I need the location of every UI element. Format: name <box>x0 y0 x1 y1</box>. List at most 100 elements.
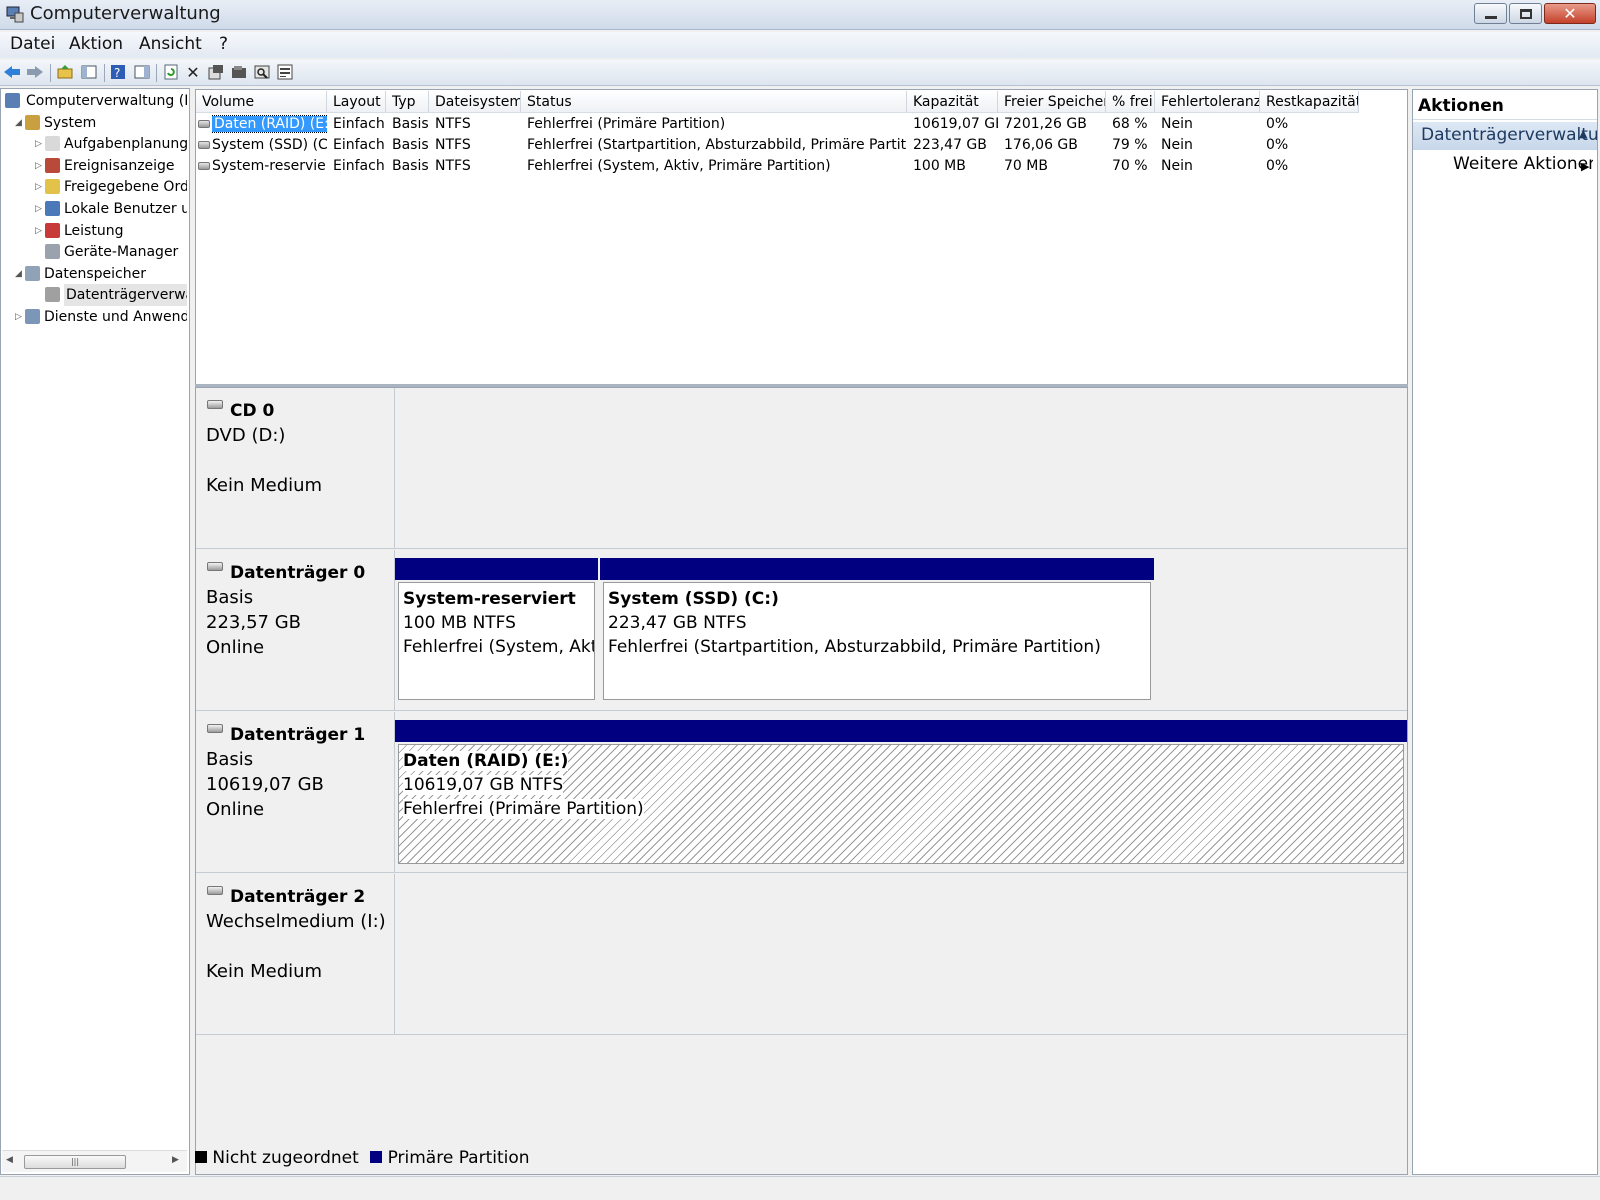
help-icon[interactable]: ? <box>109 63 127 81</box>
properties-icon[interactable] <box>207 63 225 81</box>
column-header[interactable]: Restkapazität <box>1260 91 1359 113</box>
more-actions-label: Weitere Aktionen <box>1453 154 1593 174</box>
close-button[interactable]: ✕ <box>1544 3 1596 24</box>
menu-datei[interactable]: Datei <box>10 34 55 54</box>
menu-help[interactable]: ? <box>219 34 228 54</box>
legend-label: Nicht zugeordnet <box>212 1148 359 1168</box>
tree-item[interactable]: ▷ Dienste und Anwendungen <box>15 306 187 328</box>
tree-item[interactable]: ▷ Freigegebene Ordner <box>35 176 187 198</box>
column-header[interactable]: % frei <box>1106 91 1155 113</box>
up-folder-icon[interactable] <box>56 63 74 81</box>
partition-block[interactable]: System (SSD) (C:) 223,47 GB NTFS Fehlerfre… <box>603 582 1151 700</box>
partition-status: Fehlerfrei (Startpartition, Absturzabbil… <box>608 637 1146 657</box>
system-tools-icon <box>25 114 40 130</box>
disk-label[interactable]: Datenträger 2 Wechselmedium (I:) Kein Medi… <box>196 874 395 1035</box>
expanded-arrow-icon[interactable]: ◢ <box>15 263 22 285</box>
collapse-up-icon[interactable]: ▲ <box>1579 127 1587 140</box>
tree-item-label: Computerverwaltung (Lokal) <box>26 93 187 109</box>
show-hide-action-pane-icon[interactable] <box>133 63 151 81</box>
disk-info: 10619,07 GB <box>206 774 324 795</box>
table-cell: System-reserviert <box>212 156 327 177</box>
navigation-tree: Computerverwaltung (Lokal) ◢System▷Aufgab… <box>0 88 190 1175</box>
close-icon: ✕ <box>1563 4 1577 23</box>
cell-value: Nein <box>1161 116 1193 132</box>
open-icon[interactable] <box>230 63 248 81</box>
tree-item[interactable]: Datenträgerverwaltung <box>35 284 187 307</box>
collapsed-arrow-icon[interactable]: ▷ <box>35 155 42 177</box>
disk-info: Online <box>206 799 265 820</box>
partition-status: Fehlerfrei (System, Aktiv, Primäre Parti… <box>403 637 594 657</box>
scrollbar-thumb[interactable]: ||| <box>24 1155 126 1169</box>
scroll-right-icon[interactable]: ▶ <box>172 1155 179 1165</box>
partition-block[interactable]: System-reserviert 100 MB NTFS Fehlerfrei (… <box>398 582 595 700</box>
column-header[interactable]: Status <box>521 91 907 113</box>
tree-item-label: Datenträgerverwaltung <box>64 284 187 307</box>
collapsed-arrow-icon[interactable]: ▷ <box>35 198 42 220</box>
table-cell: NTFS <box>435 156 521 177</box>
tree-item[interactable]: ▷ Leistung <box>35 220 187 242</box>
collapsed-arrow-icon[interactable]: ▷ <box>35 220 42 242</box>
disk-info: Basis <box>206 749 254 770</box>
table-cell: NTFS <box>435 135 521 156</box>
table-cell: Einfach <box>333 156 386 177</box>
disk-name: Datenträger 1 <box>230 725 366 745</box>
forward-icon[interactable] <box>26 63 44 81</box>
disk-label[interactable]: CD 0 DVD (D:) Kein Medium <box>196 388 395 549</box>
column-header[interactable]: Fehlertoleranz <box>1155 91 1260 113</box>
show-hide-tree-icon[interactable] <box>80 63 98 81</box>
column-header[interactable]: Layout <box>327 91 386 113</box>
menu-ansicht[interactable]: Ansicht <box>139 34 202 54</box>
column-header[interactable]: Freier Speicher <box>998 91 1106 113</box>
collapsed-arrow-icon[interactable]: ▷ <box>15 306 22 328</box>
tree-item[interactable]: ◢ Datenspeicher <box>15 263 187 285</box>
tree-item[interactable]: ◢ System <box>15 112 187 134</box>
table-cell: 10619,07 GB <box>913 114 998 135</box>
tree-item[interactable]: Computerverwaltung (Lokal) <box>5 90 187 112</box>
table-row[interactable]: Daten (RAID) (E:) Einfach Basis NTFS Fehlerf… <box>196 114 1407 135</box>
submenu-arrow-icon: ▶ <box>1581 160 1590 173</box>
search-icon[interactable] <box>253 63 271 81</box>
refresh-icon[interactable] <box>162 63 180 81</box>
tree-item[interactable]: Geräte-Manager <box>35 241 187 263</box>
disk-label[interactable]: Datenträger 0 Basis 223,57 GB Online <box>196 550 395 711</box>
collapsed-arrow-icon[interactable]: ▷ <box>35 176 42 198</box>
actions-section-label: Datenträgerverwaltung <box>1421 125 1597 145</box>
partition-name-text: System (SSD) (C:) <box>608 589 779 609</box>
cell-value: 223,47 GB <box>913 137 987 153</box>
table-cell: NTFS <box>435 114 521 135</box>
tree-item[interactable]: ▷ Lokale Benutzer und Gruppen <box>35 198 187 220</box>
tree-item-label: Freigegebene Ordner <box>64 179 187 196</box>
minimize-button[interactable] <box>1474 3 1507 24</box>
column-header[interactable]: Kapazität <box>907 91 998 113</box>
restore-button[interactable] <box>1509 3 1542 24</box>
disk-info: 223,57 GB <box>206 612 302 633</box>
cell-value: Basis <box>392 116 429 132</box>
column-header[interactable]: Volume <box>196 91 327 113</box>
local-users-icon <box>45 201 60 216</box>
tree-item[interactable]: ▷ Ereignisanzeige <box>35 155 187 177</box>
partition-name-text: System-reserviert <box>403 589 576 609</box>
tree-item[interactable]: ▷ Aufgabenplanung <box>35 133 187 155</box>
delete-icon[interactable]: ✕ <box>184 63 202 82</box>
column-header[interactable]: Dateisystem <box>429 91 521 113</box>
event-viewer-icon <box>45 157 60 173</box>
collapsed-arrow-icon[interactable]: ▷ <box>35 133 42 155</box>
tree-horizontal-scrollbar[interactable]: ◀ ||| ▶ <box>2 1150 187 1172</box>
menu-aktion[interactable]: Aktion <box>69 34 123 54</box>
actions-section-header[interactable]: Datenträgerverwaltung ▲ <box>1413 122 1597 150</box>
cell-value: Basis <box>392 137 429 153</box>
cell-value: 68 % <box>1112 116 1148 132</box>
back-icon[interactable] <box>3 63 21 81</box>
partition-block[interactable]: Daten (RAID) (E:) 10619,07 GB NTFS Fehlerf… <box>398 744 1404 864</box>
table-row[interactable]: System (SSD) (C:) Einfach Basis NTFS Fehlerf… <box>196 135 1407 156</box>
disk-label[interactable]: Datenträger 1 Basis 10619,07 GB Online <box>196 712 395 873</box>
scroll-left-icon[interactable]: ◀ <box>6 1155 13 1165</box>
table-cell: System (SSD) (C:) <box>212 135 327 156</box>
export-list-icon[interactable] <box>276 63 294 81</box>
expanded-arrow-icon[interactable]: ◢ <box>15 112 22 134</box>
more-actions-item[interactable]: Weitere Aktionen <box>1453 154 1593 180</box>
restore-icon <box>1519 8 1532 19</box>
cell-value: 0% <box>1266 158 1289 174</box>
column-header[interactable]: Typ <box>386 91 429 113</box>
table-row[interactable]: System-reserviert Einfach Basis NTFS Fehlerf… <box>196 156 1407 177</box>
